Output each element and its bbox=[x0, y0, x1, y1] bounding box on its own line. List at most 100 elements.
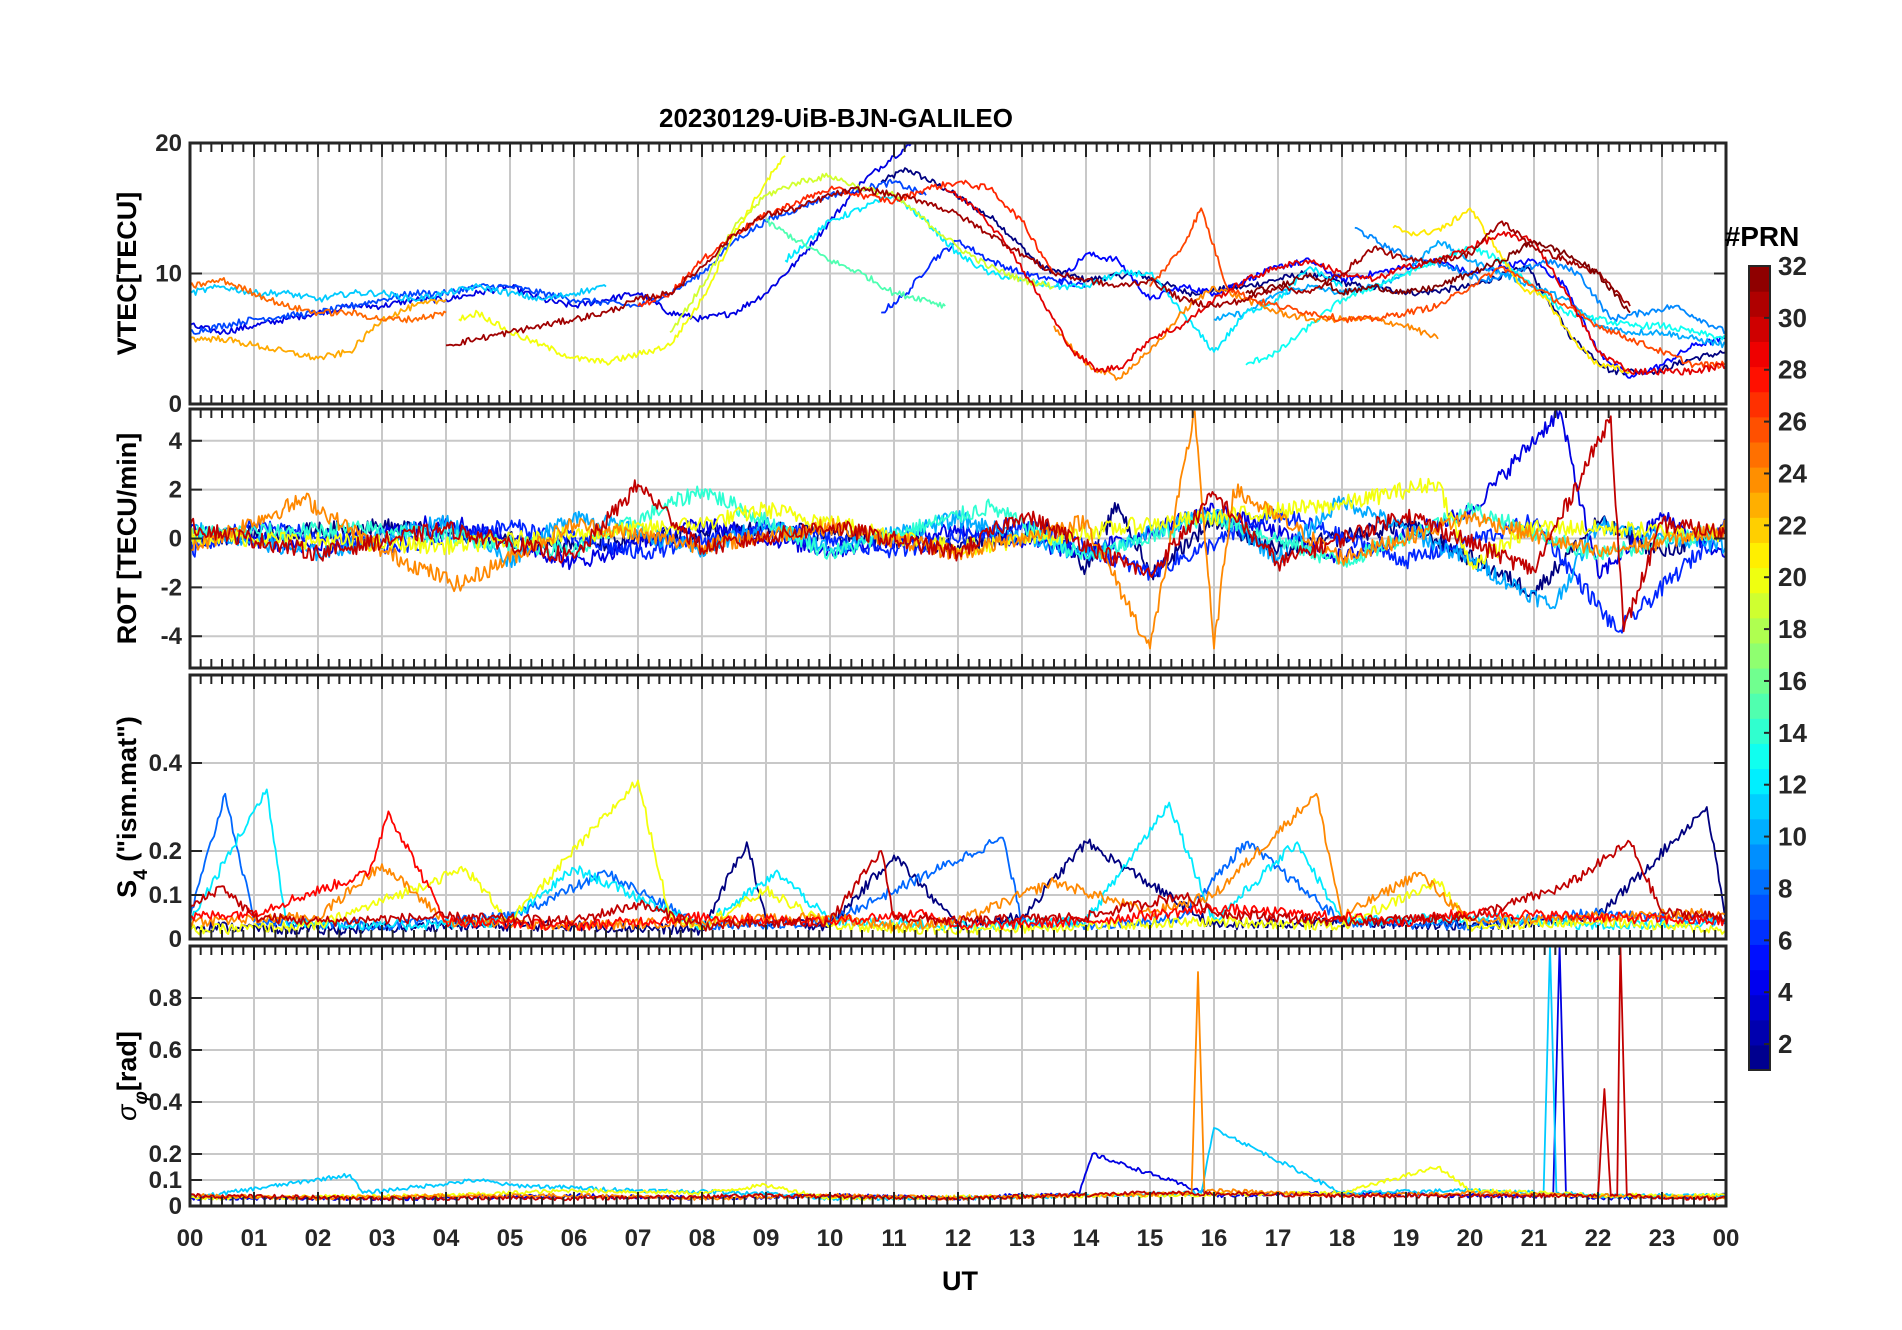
colorbar-tick-label: 2 bbox=[1778, 1029, 1792, 1059]
colorbar-segment bbox=[1749, 843, 1770, 870]
x-tick-label: 22 bbox=[1585, 1225, 1612, 1252]
x-tick-label: 16 bbox=[1201, 1225, 1228, 1252]
x-tick-label: 18 bbox=[1329, 1225, 1356, 1252]
colorbar-tick-label: 26 bbox=[1778, 407, 1807, 437]
panel-0-ylabel: VTEC[TECU] bbox=[112, 192, 142, 356]
colorbar-segment bbox=[1749, 994, 1770, 1021]
colorbar-tick-label: 8 bbox=[1778, 873, 1792, 903]
vtec-panel: 0 10 20 VTEC[TECU] bbox=[112, 130, 1728, 418]
panel-1-ytick-label: 0 bbox=[169, 526, 182, 553]
colorbar-segment bbox=[1749, 542, 1770, 569]
colorbar-segment bbox=[1749, 391, 1770, 418]
x-tick-label: 03 bbox=[369, 1225, 396, 1252]
colorbar-tick-label: 14 bbox=[1778, 718, 1807, 748]
colorbar-segment bbox=[1749, 768, 1770, 795]
colorbar-segment bbox=[1749, 441, 1770, 468]
x-tick-label: 06 bbox=[561, 1225, 588, 1252]
colorbar-segment bbox=[1749, 693, 1770, 719]
x-tick-label: 17 bbox=[1265, 1225, 1292, 1252]
colorbar-segment bbox=[1749, 341, 1770, 368]
colorbar-tick-label: 24 bbox=[1778, 458, 1807, 488]
x-tick-label: 19 bbox=[1393, 1225, 1420, 1252]
colorbar-segment bbox=[1749, 818, 1770, 845]
panel-3-ytick-label: 0 bbox=[169, 1193, 182, 1220]
colorbar-segment bbox=[1749, 467, 1770, 493]
colorbar-segment bbox=[1749, 944, 1770, 971]
colorbar-segment bbox=[1749, 567, 1770, 594]
panel-1-ytick-label: -4 bbox=[161, 623, 183, 650]
panel-1-ytick-label: 2 bbox=[169, 477, 182, 504]
colorbar-segment bbox=[1749, 492, 1770, 518]
s4-panel: 0 0.1 0.2 0.4 S4 ("ism.mat") bbox=[112, 673, 1728, 953]
panel-1-ytick-label: 4 bbox=[169, 428, 183, 455]
panel-2-ytick-label: 0.2 bbox=[149, 838, 182, 865]
x-tick-label: 01 bbox=[241, 1225, 268, 1252]
colorbar-segment bbox=[1749, 266, 1770, 292]
panel-2-ylabel-sub: 4 bbox=[131, 869, 152, 880]
panel-3-ytick-label: 0.2 bbox=[149, 1141, 182, 1168]
panel-1-ylabel: ROT [TECU/min] bbox=[112, 433, 142, 644]
colorbar-label: #PRN bbox=[1725, 221, 1800, 252]
colorbar-tick-label: 18 bbox=[1778, 614, 1807, 644]
x-axis-label: UT bbox=[942, 1266, 978, 1296]
colorbar-tick-label: 12 bbox=[1778, 770, 1807, 800]
colorbar-segment bbox=[1749, 1019, 1770, 1046]
chart-title: 20230129-UiB-BJN-GALILEO bbox=[659, 103, 1013, 133]
x-tick-label: 07 bbox=[625, 1225, 652, 1252]
colorbar-segment bbox=[1749, 718, 1770, 744]
x-tick-label: 00 bbox=[1713, 1225, 1740, 1252]
x-tick-label: 21 bbox=[1521, 1225, 1548, 1252]
x-tick-label: 00 bbox=[177, 1225, 204, 1252]
panel-0-ytick-label: 10 bbox=[155, 261, 182, 288]
x-tick-label: 09 bbox=[753, 1225, 780, 1252]
panel-2-ytick-label: 0.4 bbox=[149, 750, 183, 777]
panel-3-ylabel-main: σ bbox=[112, 1103, 142, 1121]
panel-1-ytick-label: -2 bbox=[161, 574, 182, 601]
panel-3-ytick-label: 0.1 bbox=[149, 1167, 182, 1194]
panel-2-ytick-label: 0.1 bbox=[149, 882, 182, 909]
colorbar-segment bbox=[1749, 592, 1770, 619]
x-tick-label: 14 bbox=[1073, 1225, 1100, 1252]
colorbar-segment bbox=[1749, 291, 1770, 317]
x-tick-label: 15 bbox=[1137, 1225, 1164, 1252]
panel-2-ylabel-rest: ("ism.mat") bbox=[112, 716, 142, 869]
panel-3-ytick-label: 0.8 bbox=[149, 985, 182, 1012]
colorbar-segment bbox=[1749, 869, 1770, 895]
x-tick-label: 05 bbox=[497, 1225, 524, 1252]
colorbar-segment bbox=[1749, 416, 1770, 443]
colorbar-segment bbox=[1749, 894, 1770, 920]
colorbar-tick-label: 20 bbox=[1778, 562, 1807, 592]
colorbar-tick-label: 16 bbox=[1778, 666, 1807, 696]
panel-3-ytick-label: 0.6 bbox=[149, 1037, 182, 1064]
colorbar-tick-label: 22 bbox=[1778, 510, 1807, 540]
panel-3-ylabel-rest: [rad] bbox=[112, 1031, 142, 1091]
colorbar-segment bbox=[1749, 617, 1770, 644]
panel-0-ytick-label: 0 bbox=[169, 391, 182, 418]
colorbar-segment bbox=[1749, 1044, 1770, 1071]
colorbar-segment bbox=[1749, 517, 1770, 543]
x-tick-label: 12 bbox=[945, 1225, 972, 1252]
panel-0-ytick-label: 20 bbox=[155, 130, 182, 157]
panel-2-ytick-label: 0 bbox=[169, 926, 182, 953]
colorbar-segment bbox=[1749, 316, 1770, 342]
colorbar-tick-label: 6 bbox=[1778, 925, 1792, 955]
x-tick-label: 13 bbox=[1009, 1225, 1036, 1252]
chart-figure: 20230129-UiB-BJN-GALILEO 01020VTEC[TECU]… bbox=[0, 0, 1902, 1330]
colorbar-tick-label: 32 bbox=[1778, 251, 1807, 281]
x-tick-label: 08 bbox=[689, 1225, 716, 1252]
colorbar-segment bbox=[1749, 743, 1770, 770]
colorbar-tick-label: 10 bbox=[1778, 822, 1807, 852]
rot-panel: -4 -2 0 2 4 ROT [TECU/min] bbox=[112, 407, 1728, 670]
x-tick-label: 10 bbox=[817, 1225, 844, 1252]
sigma-phi-panel: 00.10.2 0.4 0.6 0.8 σφ[rad] bbox=[112, 944, 1728, 1220]
x-tick-label: 11 bbox=[881, 1225, 906, 1252]
x-tick-label: 04 bbox=[433, 1225, 460, 1252]
x-tick-label: 20 bbox=[1457, 1225, 1484, 1252]
panel-3-ylabel-sub: φ bbox=[131, 1091, 152, 1104]
colorbar-tick-label: 4 bbox=[1778, 977, 1793, 1007]
x-tick-label: 02 bbox=[305, 1225, 332, 1252]
x-tick-label: 23 bbox=[1649, 1225, 1676, 1252]
panel-3-ytick-label: 0.4 bbox=[149, 1089, 183, 1116]
colorbar-segment bbox=[1749, 642, 1770, 669]
panel-2-ylabel-main: S bbox=[112, 880, 142, 898]
